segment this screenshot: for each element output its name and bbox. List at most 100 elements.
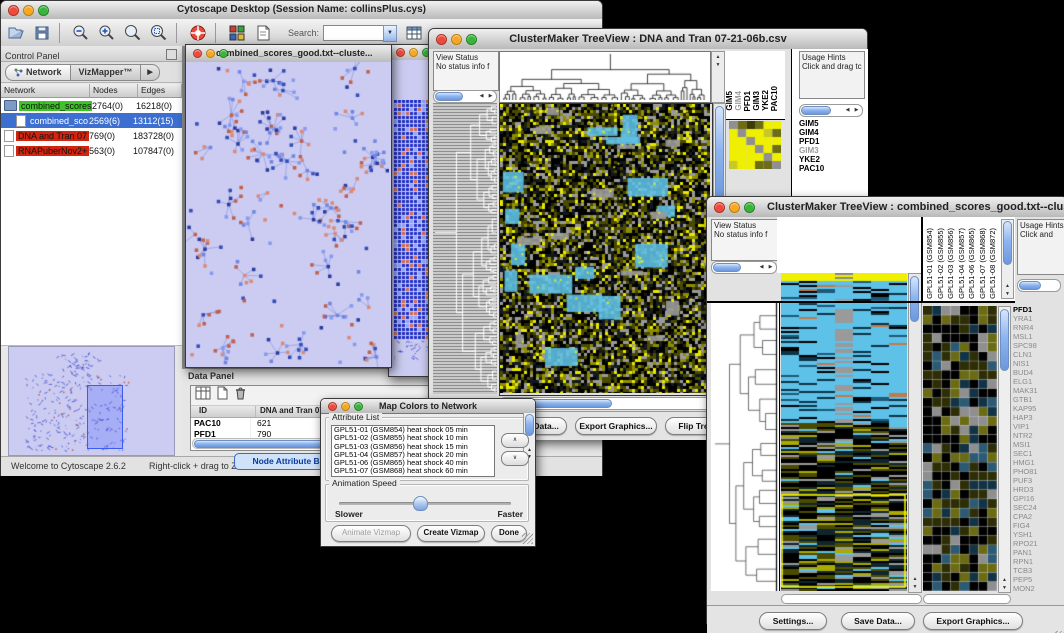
scroll-down-icon[interactable]: ▼ <box>1002 291 1013 297</box>
row-label[interactable]: PFD1 <box>799 137 824 146</box>
col-id[interactable]: ID <box>191 406 256 417</box>
gene-label[interactable]: GTB1 <box>1013 395 1064 404</box>
network-row[interactable]: combined_scores2764(0)16218(0) <box>1 98 182 113</box>
gene-label[interactable]: MSL1 <box>1013 332 1064 341</box>
column-label[interactable]: PFD1 <box>743 91 752 111</box>
network-row[interactable]: RNAPuberNov2+563(0)107847(0) <box>1 143 182 158</box>
gene-label[interactable]: RNR4 <box>1013 323 1064 332</box>
minimize-icon[interactable] <box>729 202 740 213</box>
scroll-right-icon[interactable]: ▶ <box>852 106 861 115</box>
search-input[interactable]: ▼ <box>323 25 385 41</box>
scroll-left-icon[interactable]: ◀ <box>843 106 852 115</box>
column-label[interactable]: YKE2 <box>761 90 770 111</box>
gene-label[interactable]: HAP3 <box>1013 413 1064 422</box>
view-status-hscrollbar[interactable]: ◀▶ <box>433 90 497 103</box>
gene-label[interactable]: SEC1 <box>1013 449 1064 458</box>
row-dendrogram[interactable] <box>433 103 497 394</box>
new-attribute-icon[interactable] <box>215 386 229 405</box>
tab-overflow-button[interactable]: ▶ <box>141 64 159 81</box>
gene-label[interactable]: PHO81 <box>1013 467 1064 476</box>
gene-label[interactable]: RPO21 <box>1013 539 1064 548</box>
export-graphics-button[interactable]: Export Graphics... <box>923 612 1023 630</box>
column-label[interactable]: GIM4 <box>734 91 743 111</box>
gene-label[interactable]: FIG4 <box>1013 521 1064 530</box>
zoom-window-icon[interactable] <box>466 34 477 45</box>
zoom-window-icon[interactable] <box>219 49 228 58</box>
tab-network[interactable]: Network <box>5 64 71 81</box>
column-label[interactable]: GIM3 <box>752 91 761 111</box>
title-bar[interactable]: ClusterMaker TreeView : DNA and Tran 07-… <box>429 29 867 50</box>
scroll-right-icon[interactable]: ▶ <box>766 263 775 272</box>
row-label[interactable]: GIM3 <box>799 146 824 155</box>
gene-label[interactable]: MON2 <box>1013 584 1064 593</box>
zoom-heatmap[interactable] <box>923 306 997 591</box>
create-vizmap-button[interactable]: Create Vizmap <box>417 525 485 542</box>
col-edges[interactable]: Edges <box>138 84 182 97</box>
slider-thumb[interactable] <box>413 496 428 511</box>
zoom-selected-icon[interactable] <box>122 22 144 44</box>
gene-label[interactable]: RPN1 <box>1013 557 1064 566</box>
export-graphics-button[interactable]: Export Graphics... <box>575 417 657 435</box>
tab-vizmapper[interactable]: VizMapper™ <box>71 64 142 81</box>
save-data-button[interactable]: Save Data... <box>841 612 915 630</box>
scroll-left-icon[interactable]: ◀ <box>757 263 766 272</box>
close-icon[interactable] <box>8 5 19 16</box>
zoom-out-icon[interactable] <box>70 22 92 44</box>
vizmapper-icon[interactable] <box>226 22 248 44</box>
minimize-icon[interactable] <box>451 34 462 45</box>
gene-label[interactable]: HMG1 <box>1013 458 1064 467</box>
float-panel-icon[interactable] <box>166 49 177 60</box>
save-icon[interactable] <box>31 22 53 44</box>
gene-label[interactable]: PUF3 <box>1013 476 1064 485</box>
minimize-icon[interactable] <box>23 5 34 16</box>
attribute-item[interactable]: GPL51-07 (GSM868) heat shock 60 min <box>332 467 494 475</box>
heatmap-vscrollbar[interactable]: ▲ ▼ <box>908 273 922 593</box>
close-icon[interactable] <box>436 34 447 45</box>
gene-label[interactable]: YSH1 <box>1013 530 1064 539</box>
usage-hints-hscrollbar[interactable]: ◀▶ <box>799 104 863 117</box>
gene-label[interactable]: YRA1 <box>1013 314 1064 323</box>
close-icon[interactable] <box>193 49 202 58</box>
gene-label[interactable]: PEP5 <box>1013 575 1064 584</box>
close-icon[interactable] <box>328 402 337 411</box>
gene-label[interactable]: KAP95 <box>1013 404 1064 413</box>
column-label[interactable]: GPL51-08 (GSM872) <box>988 228 999 299</box>
column-label[interactable]: GPL51-01 (GSM854) <box>925 228 936 299</box>
zoom-heatmap-vscrollbar[interactable]: ▲ ▼ <box>998 306 1011 593</box>
annotation-icon[interactable] <box>252 22 274 44</box>
row-dendrogram[interactable] <box>711 303 780 591</box>
gene-label[interactable]: NTR2 <box>1013 431 1064 440</box>
global-heatmap[interactable] <box>781 273 907 591</box>
scroll-up-icon[interactable]: ▲ <box>999 577 1010 583</box>
column-label[interactable]: GPL51-02 (GSM855) <box>936 228 947 299</box>
view-status-hscrollbar[interactable]: ◀▶ <box>711 261 777 274</box>
zoom-window-icon[interactable] <box>354 402 363 411</box>
column-label[interactable]: GPL51-07 (GSM868) <box>978 228 989 299</box>
attribute-browser-icon[interactable] <box>403 22 425 44</box>
gene-label[interactable]: CPA2 <box>1013 512 1064 521</box>
gene-label[interactable]: ELG1 <box>1013 377 1064 386</box>
gene-label[interactable]: SPC98 <box>1013 341 1064 350</box>
column-label[interactable]: GPL51-06 (GSM865) <box>967 228 978 299</box>
column-dendrogram[interactable] <box>499 51 711 103</box>
scroll-up-icon[interactable]: ▲ <box>909 576 921 582</box>
main-title-bar[interactable]: Cytoscape Desktop (Session Name: collins… <box>1 1 602 20</box>
scroll-down-icon[interactable]: ▼ <box>999 585 1010 591</box>
scroll-right-icon[interactable]: ▶ <box>486 92 495 101</box>
animate-vizmap-button[interactable]: Animate Vizmap <box>331 525 411 542</box>
overview-viewport-rect[interactable] <box>87 385 123 449</box>
scroll-up-icon[interactable]: ▲ <box>1002 283 1013 289</box>
title-bar[interactable]: ClusterMaker TreeView : combined_scores_… <box>707 197 1064 218</box>
zoom-fit-icon[interactable] <box>148 22 170 44</box>
col-nodes[interactable]: Nodes <box>90 84 138 97</box>
dendrogram-vscrollbar[interactable]: ▲ ▼ <box>711 51 725 103</box>
scroll-up-icon[interactable]: ▲ <box>712 54 724 60</box>
gene-label[interactable]: TCB3 <box>1013 566 1064 575</box>
column-label[interactable]: GPL51-04 (GSM857) <box>957 228 968 299</box>
select-attributes-icon[interactable] <box>195 386 211 405</box>
open-file-icon[interactable] <box>5 22 27 44</box>
column-label[interactable]: GPL51-03 (GSM856) <box>946 228 957 299</box>
column-labels-vscrollbar[interactable]: ▲ ▼ <box>1001 219 1014 299</box>
chevron-down-icon[interactable]: ▼ <box>383 25 397 42</box>
move-up-button[interactable]: ∧ <box>501 433 529 448</box>
